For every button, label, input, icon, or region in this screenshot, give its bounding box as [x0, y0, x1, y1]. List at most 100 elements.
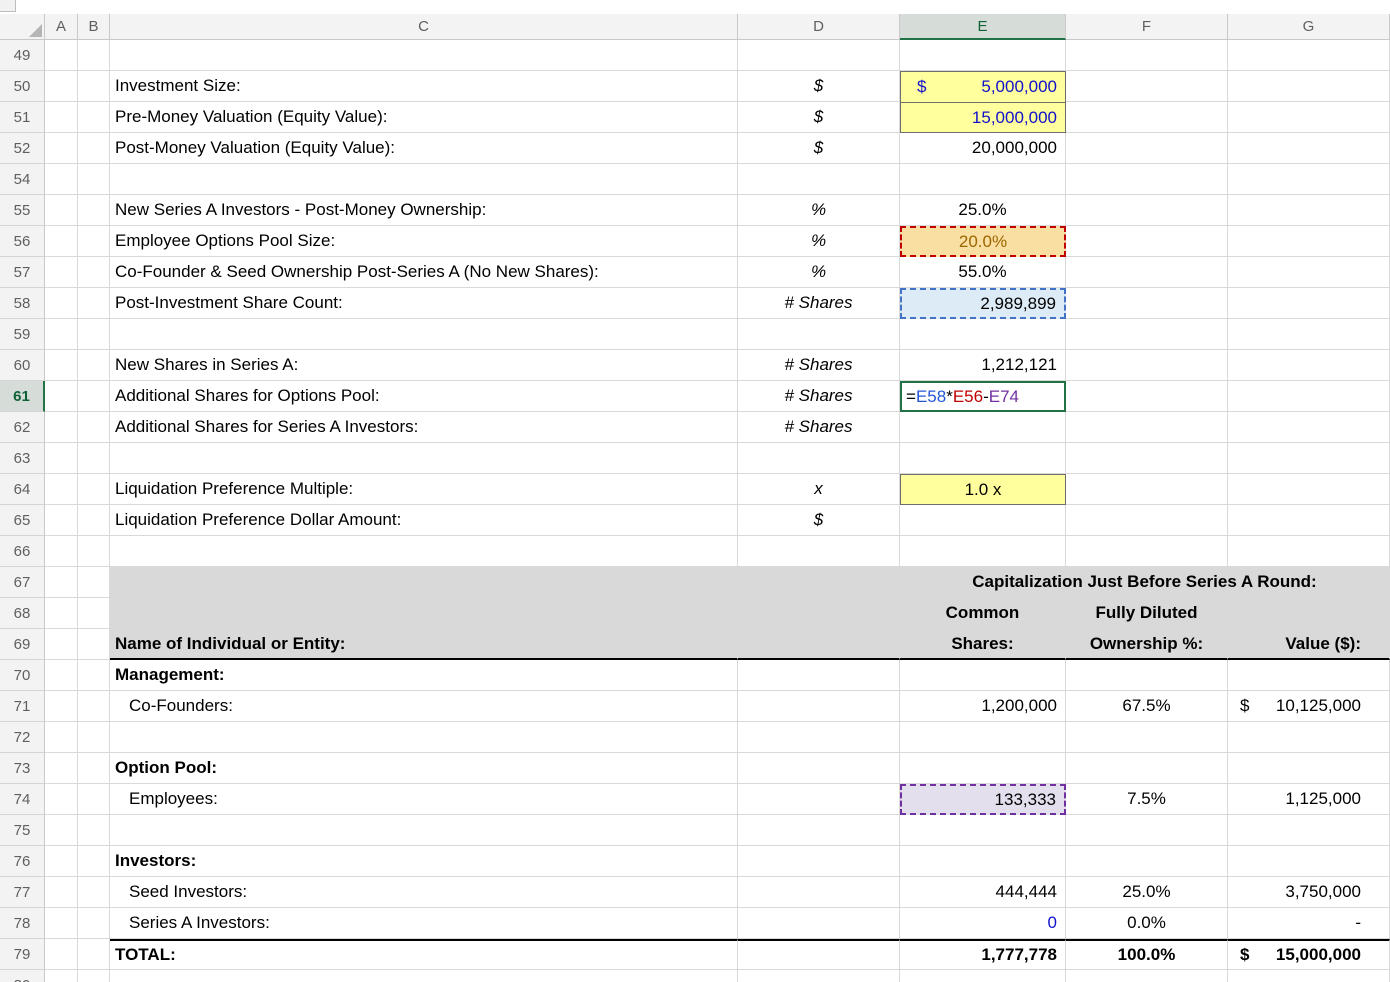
- cell-C64[interactable]: Liquidation Preference Multiple:: [110, 474, 738, 505]
- row-header-54[interactable]: 54: [0, 164, 45, 195]
- cell-F80[interactable]: [1066, 970, 1228, 982]
- cell-F57[interactable]: [1066, 257, 1228, 288]
- cell-B69[interactable]: [78, 629, 110, 660]
- cell-A57[interactable]: [45, 257, 78, 288]
- row-header-64[interactable]: 64: [0, 474, 45, 505]
- cell-E70[interactable]: [900, 660, 1066, 691]
- cell-D61[interactable]: # Shares: [738, 381, 900, 412]
- column-header-C[interactable]: C: [110, 14, 738, 40]
- row-header-79[interactable]: 79: [0, 939, 45, 970]
- cell-A72[interactable]: [45, 722, 78, 753]
- cell-E50[interactable]: $5,000,000: [900, 71, 1066, 102]
- cell-F59[interactable]: [1066, 319, 1228, 350]
- cell-G69[interactable]: Value ($):: [1228, 629, 1390, 660]
- cell-F60[interactable]: [1066, 350, 1228, 381]
- cell-G66[interactable]: [1228, 536, 1390, 567]
- cell-G55[interactable]: [1228, 195, 1390, 226]
- cell-E77[interactable]: 444,444: [900, 877, 1066, 908]
- cell-E58[interactable]: 2,989,899: [900, 288, 1066, 319]
- row-header-75[interactable]: 75: [0, 815, 45, 846]
- cell-G74[interactable]: 1,125,000: [1228, 784, 1390, 815]
- cell-E78[interactable]: 0: [900, 908, 1066, 939]
- row-header-61[interactable]: 61: [0, 381, 45, 412]
- cell-F49[interactable]: [1066, 40, 1228, 71]
- cell-F73[interactable]: [1066, 753, 1228, 784]
- cell-A76[interactable]: [45, 846, 78, 877]
- cell-E56[interactable]: 20.0%: [900, 226, 1066, 257]
- cell-B57[interactable]: [78, 257, 110, 288]
- cell-E59[interactable]: [900, 319, 1066, 350]
- cell-D76[interactable]: [738, 846, 900, 877]
- cell-F64[interactable]: [1066, 474, 1228, 505]
- cell-D64[interactable]: x: [738, 474, 900, 505]
- cell-A67[interactable]: [45, 567, 78, 598]
- cell-A51[interactable]: [45, 102, 78, 133]
- cell-D59[interactable]: [738, 319, 900, 350]
- cell-F65[interactable]: [1066, 505, 1228, 536]
- cell-E67[interactable]: Capitalization Just Before Series A Roun…: [900, 567, 1390, 598]
- cell-B62[interactable]: [78, 412, 110, 443]
- cell-D55[interactable]: %: [738, 195, 900, 226]
- column-header-A[interactable]: A: [45, 14, 78, 40]
- cell-E73[interactable]: [900, 753, 1066, 784]
- row-header-59[interactable]: 59: [0, 319, 45, 350]
- cell-D77[interactable]: [738, 877, 900, 908]
- cell-B67[interactable]: [78, 567, 110, 598]
- cell-E68[interactable]: Common: [900, 598, 1066, 629]
- cell-E52[interactable]: 20,000,000: [900, 133, 1066, 164]
- cell-A75[interactable]: [45, 815, 78, 846]
- cell-F77[interactable]: 25.0%: [1066, 877, 1228, 908]
- cell-E79[interactable]: 1,777,778: [900, 939, 1066, 970]
- row-header-55[interactable]: 55: [0, 195, 45, 226]
- cell-A65[interactable]: [45, 505, 78, 536]
- cell-E69[interactable]: Shares:: [900, 629, 1066, 660]
- cell-C70[interactable]: Management:: [110, 660, 738, 691]
- cell-C77[interactable]: Seed Investors:: [110, 877, 738, 908]
- cell-D54[interactable]: [738, 164, 900, 195]
- column-header-D[interactable]: D: [738, 14, 900, 40]
- cell-E64[interactable]: 1.0 x: [900, 474, 1066, 505]
- row-header-60[interactable]: 60: [0, 350, 45, 381]
- cell-D69[interactable]: [738, 629, 900, 660]
- cell-F51[interactable]: [1066, 102, 1228, 133]
- cell-D57[interactable]: %: [738, 257, 900, 288]
- select-all-corner[interactable]: [0, 14, 45, 40]
- row-header-80[interactable]: 80: [0, 970, 45, 982]
- cell-A50[interactable]: [45, 71, 78, 102]
- cell-C75[interactable]: [110, 815, 738, 846]
- cell-D58[interactable]: # Shares: [738, 288, 900, 319]
- cell-G68[interactable]: [1228, 598, 1390, 629]
- cell-D74[interactable]: [738, 784, 900, 815]
- cell-A70[interactable]: [45, 660, 78, 691]
- cell-G62[interactable]: [1228, 412, 1390, 443]
- cell-F72[interactable]: [1066, 722, 1228, 753]
- cell-B63[interactable]: [78, 443, 110, 474]
- cell-G49[interactable]: [1228, 40, 1390, 71]
- cell-C58[interactable]: Post-Investment Share Count:: [110, 288, 738, 319]
- cell-C66[interactable]: [110, 536, 738, 567]
- cell-E72[interactable]: [900, 722, 1066, 753]
- cell-E51[interactable]: 15,000,000: [900, 102, 1066, 133]
- cell-A64[interactable]: [45, 474, 78, 505]
- row-header-50[interactable]: 50: [0, 71, 45, 102]
- cell-C52[interactable]: Post-Money Valuation (Equity Value):: [110, 133, 738, 164]
- cell-C72[interactable]: [110, 722, 738, 753]
- cell-D49[interactable]: [738, 40, 900, 71]
- cell-E49[interactable]: [900, 40, 1066, 71]
- cell-A73[interactable]: [45, 753, 78, 784]
- cell-B52[interactable]: [78, 133, 110, 164]
- row-header-58[interactable]: 58: [0, 288, 45, 319]
- cell-G72[interactable]: [1228, 722, 1390, 753]
- cell-D72[interactable]: [738, 722, 900, 753]
- cell-C76[interactable]: Investors:: [110, 846, 738, 877]
- cell-B76[interactable]: [78, 846, 110, 877]
- cell-F68[interactable]: Fully Diluted: [1066, 598, 1228, 629]
- cell-A59[interactable]: [45, 319, 78, 350]
- cell-B79[interactable]: [78, 939, 110, 970]
- row-header-74[interactable]: 74: [0, 784, 45, 815]
- cell-F54[interactable]: [1066, 164, 1228, 195]
- cell-A78[interactable]: [45, 908, 78, 939]
- cell-E66[interactable]: [900, 536, 1066, 567]
- cell-F66[interactable]: [1066, 536, 1228, 567]
- cell-D51[interactable]: $: [738, 102, 900, 133]
